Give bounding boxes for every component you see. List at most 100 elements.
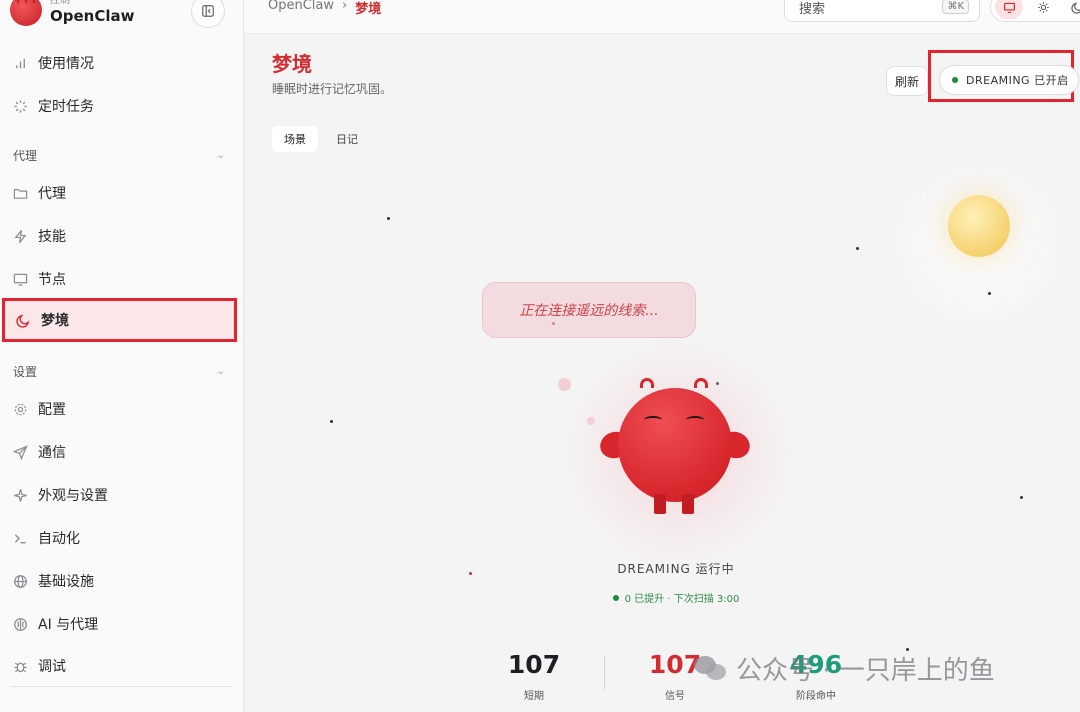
sidebar-item-label: 调试 <box>38 659 66 675</box>
thought-bubble: 正在连接遥远的线索... <box>482 282 696 338</box>
sidebar-item-ai-agents[interactable]: AI 与代理 <box>12 607 234 641</box>
mascot-antenna <box>640 378 654 388</box>
brand-name: OpenClaw <box>50 7 135 25</box>
sidebar-item-debug[interactable]: 调试 <box>12 649 234 683</box>
stat-value: 107 <box>507 650 561 679</box>
star <box>387 217 390 220</box>
brand[interactable]: 控制 OpenClaw <box>10 0 134 26</box>
brain-icon <box>12 616 28 632</box>
monitor-icon <box>1003 2 1015 13</box>
chevron-down-icon: ⌄ <box>216 366 225 377</box>
mascot-leg <box>682 494 694 514</box>
stat-label: 信号 <box>665 691 685 702</box>
sidebar-item-label: 节点 <box>38 272 66 288</box>
sidebar-item-usage[interactable]: 使用情况 <box>12 46 234 80</box>
dream-status: DREAMING 运行中 <box>617 562 735 576</box>
sidebar-item-nodes[interactable]: 节点 <box>12 262 234 296</box>
dreaming-toggle[interactable]: DREAMING 已开启 <box>939 65 1079 95</box>
terminal-icon <box>12 530 28 546</box>
sidebar-item-scheduled[interactable]: 定时任务 <box>12 89 234 123</box>
mascot-body <box>618 388 732 502</box>
section-settings-header[interactable]: 设置 ⌄ <box>13 363 225 380</box>
sidebar-item-agents[interactable]: 代理 <box>12 176 234 210</box>
star <box>469 572 472 575</box>
section-agent-header[interactable]: 代理 ⌄ <box>13 147 225 164</box>
brand-subtitle: 控制 <box>50 0 70 6</box>
zap-icon <box>12 228 28 244</box>
bug-icon <box>12 658 28 674</box>
search-shortcut-badge: ⌘K <box>942 0 969 14</box>
view-tabs: 场景 日记 <box>272 126 370 152</box>
panel-left-icon <box>202 5 214 17</box>
send-icon <box>12 444 28 460</box>
section-settings-label: 设置 <box>13 365 38 379</box>
theme-light-button[interactable] <box>1029 0 1057 19</box>
main-content: 梦境 睡眠时进行记忆巩固。 刷新 DREAMING 已开启 场景 日记 正在连接… <box>244 34 1080 712</box>
sidebar: 控制 OpenClaw 使用情况 定时任务 代理 ⌄ 代理 技能 节点 梦境 设… <box>0 0 244 712</box>
monitor-icon <box>12 271 28 287</box>
sidebar-item-appearance[interactable]: 外观与设置 <box>12 478 234 512</box>
chevron-down-icon: ⌄ <box>216 150 225 161</box>
sidebar-item-label: 代理 <box>38 186 66 202</box>
mascot-antenna <box>694 378 708 388</box>
sidebar-item-label: 梦境 <box>41 313 69 329</box>
sidebar-divider <box>10 686 232 687</box>
sidebar-item-label: 技能 <box>38 229 66 245</box>
sidebar-item-config[interactable]: 配置 <box>12 392 234 426</box>
tab-scene[interactable]: 场景 <box>272 126 318 152</box>
search-input[interactable]: 搜索 ⌘K <box>784 0 980 22</box>
mascot-eye <box>644 416 662 424</box>
sun-icon <box>1037 1 1049 13</box>
dream-scene: 正在连接遥远的线索... DREAMING 运行中 0 已提升 · 下次扫描 3… <box>244 154 1080 712</box>
wechat-watermark: 公众号 · 一只岸上的鱼 <box>694 650 995 687</box>
sparkle-icon <box>12 487 28 503</box>
star <box>856 247 859 250</box>
breadcrumb-separator: › <box>342 0 348 13</box>
wechat-icon <box>694 654 728 684</box>
sun-icon <box>948 195 1010 257</box>
star <box>330 420 333 423</box>
sidebar-item-label: 使用情况 <box>38 56 94 72</box>
sidebar-item-label: 外观与设置 <box>38 488 108 504</box>
moon-icon <box>15 312 31 328</box>
openclaw-logo-icon <box>10 0 42 26</box>
watermark-text: 公众号 · 一只岸上的鱼 <box>736 656 995 686</box>
theme-dark-button[interactable] <box>1063 0 1080 19</box>
page-title: 梦境 <box>272 52 312 76</box>
sidebar-item-label: 配置 <box>38 402 66 418</box>
sidebar-item-label: 定时任务 <box>38 99 94 115</box>
folder-icon <box>12 185 28 201</box>
sidebar-item-skills[interactable]: 技能 <box>12 219 234 253</box>
stat-label: 阶段命中 <box>796 691 836 702</box>
dream-substatus: 0 已提升 · 下次扫描 3:00 <box>544 590 808 605</box>
sidebar-item-infrastructure[interactable]: 基础设施 <box>12 564 234 598</box>
topbar: OpenClaw › 梦境 搜索 ⌘K <box>244 0 1080 34</box>
moon-icon <box>1070 2 1080 14</box>
gear-icon <box>12 401 28 417</box>
small-bubble <box>558 378 571 391</box>
globe-icon <box>12 573 28 589</box>
breadcrumb: OpenClaw › 梦境 <box>268 0 381 17</box>
tab-diary[interactable]: 日记 <box>324 126 370 152</box>
mascot-eye <box>686 416 704 424</box>
stat-divider <box>604 656 605 690</box>
star <box>1020 496 1023 499</box>
breadcrumb-root[interactable]: OpenClaw <box>268 0 334 17</box>
dreaming-toggle-label: DREAMING 已开启 <box>966 74 1069 87</box>
sidebar-item-automation[interactable]: 自动化 <box>12 521 234 555</box>
sidebar-item-label: 通信 <box>38 445 66 461</box>
theme-system-button[interactable] <box>995 0 1023 19</box>
small-bubble <box>587 417 595 425</box>
sidebar-item-comms[interactable]: 通信 <box>12 435 234 469</box>
refresh-button[interactable]: 刷新 <box>886 66 928 96</box>
dreaming-highlight: DREAMING 已开启 <box>928 50 1079 102</box>
sidebar-item-dreams[interactable]: 梦境 <box>2 298 237 342</box>
collapse-sidebar-button[interactable] <box>191 0 225 28</box>
bar-chart-icon <box>12 55 28 71</box>
sidebar-item-label: 基础设施 <box>38 574 94 590</box>
dream-substatus-text: 0 已提升 · 下次扫描 3:00 <box>624 594 740 605</box>
section-agent-label: 代理 <box>13 149 38 163</box>
stat-short-term: 107 短期 <box>474 650 594 702</box>
dreaming-mascot <box>596 376 754 516</box>
stat-label: 短期 <box>524 691 544 702</box>
